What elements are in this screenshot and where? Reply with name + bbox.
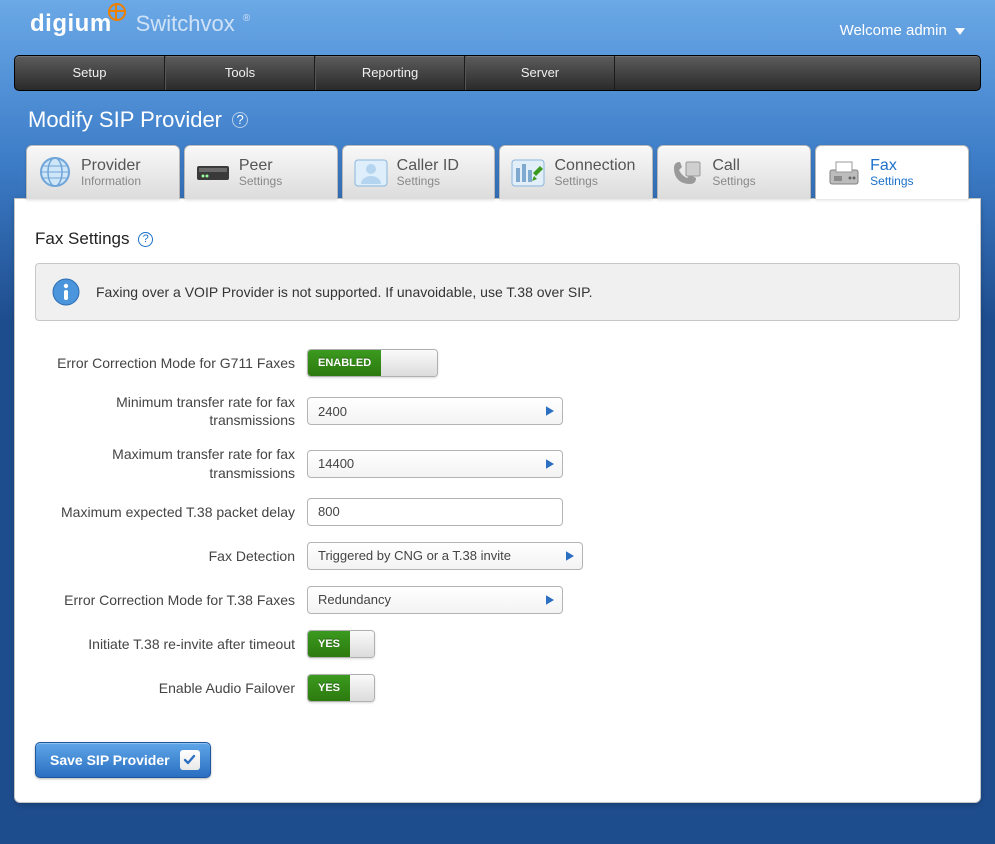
tab-connection[interactable]: ConnectionSettings bbox=[499, 145, 653, 199]
reinvite-toggle[interactable]: YES bbox=[307, 630, 375, 658]
nav-reporting[interactable]: Reporting bbox=[315, 56, 465, 90]
welcome-label: Welcome admin bbox=[840, 22, 947, 39]
ecm-g711-toggle[interactable]: ENABLED bbox=[307, 349, 438, 377]
failover-label: Enable Audio Failover bbox=[35, 679, 307, 697]
min-rate-label: Minimum transfer rate for fax transmissi… bbox=[35, 393, 307, 429]
fax-detection-label: Fax Detection bbox=[35, 547, 307, 565]
tab-call[interactable]: CallSettings bbox=[657, 145, 811, 199]
equalizer-icon bbox=[508, 156, 548, 190]
dropdown-arrow-icon bbox=[546, 595, 554, 605]
dropdown-arrow-icon bbox=[546, 406, 554, 416]
trademark: ® bbox=[243, 13, 250, 24]
person-icon bbox=[351, 156, 391, 190]
brand-logo: digium bbox=[30, 10, 126, 38]
chevron-down-icon bbox=[955, 28, 965, 35]
max-rate-label: Maximum transfer rate for fax transmissi… bbox=[35, 445, 307, 481]
t38-delay-label: Maximum expected T.38 packet delay bbox=[35, 503, 307, 521]
main-nav: Setup Tools Reporting Server bbox=[14, 55, 981, 91]
min-rate-select[interactable]: 2400 bbox=[307, 397, 563, 425]
globe-icon bbox=[35, 156, 75, 190]
dropdown-arrow-icon bbox=[566, 551, 574, 561]
info-icon bbox=[52, 278, 80, 306]
t38-delay-input[interactable]: 800 bbox=[307, 498, 563, 526]
fax-icon bbox=[824, 156, 864, 190]
nav-setup[interactable]: Setup bbox=[15, 56, 165, 90]
tab-peer[interactable]: PeerSettings bbox=[184, 145, 338, 199]
phone-icon bbox=[666, 156, 706, 190]
tab-provider[interactable]: ProviderInformation bbox=[26, 145, 180, 199]
section-title: Fax Settings ? bbox=[35, 229, 960, 249]
logo-icon bbox=[108, 3, 126, 21]
help-icon[interactable]: ? bbox=[138, 232, 153, 247]
fax-detection-select[interactable]: Triggered by CNG or a T.38 invite bbox=[307, 542, 583, 570]
tab-fax[interactable]: FaxSettings bbox=[815, 145, 969, 199]
save-button[interactable]: Save SIP Provider bbox=[35, 742, 211, 778]
ecm-t38-select[interactable]: Redundancy bbox=[307, 586, 563, 614]
info-banner: Faxing over a VOIP Provider is not suppo… bbox=[35, 263, 960, 321]
page-title: Modify SIP Provider ? bbox=[0, 91, 995, 145]
check-icon bbox=[180, 750, 200, 770]
content-panel: Fax Settings ? Faxing over a VOIP Provid… bbox=[14, 198, 981, 803]
ecm-t38-label: Error Correction Mode for T.38 Faxes bbox=[35, 591, 307, 609]
info-text: Faxing over a VOIP Provider is not suppo… bbox=[96, 284, 593, 300]
failover-toggle[interactable]: YES bbox=[307, 674, 375, 702]
help-icon[interactable]: ? bbox=[232, 112, 248, 128]
welcome-user-dropdown[interactable]: Welcome admin bbox=[840, 22, 965, 39]
ecm-g711-label: Error Correction Mode for G711 Faxes bbox=[35, 354, 307, 372]
tab-caller-id[interactable]: Caller IDSettings bbox=[342, 145, 496, 199]
save-label: Save SIP Provider bbox=[50, 752, 170, 768]
dropdown-arrow-icon bbox=[546, 459, 554, 469]
tab-strip: ProviderInformation PeerSettings Caller … bbox=[26, 145, 969, 199]
product-name: Switchvox bbox=[136, 11, 235, 37]
device-icon bbox=[193, 156, 233, 190]
max-rate-select[interactable]: 14400 bbox=[307, 450, 563, 478]
reinvite-label: Initiate T.38 re-invite after timeout bbox=[35, 635, 307, 653]
nav-server[interactable]: Server bbox=[465, 56, 615, 90]
nav-tools[interactable]: Tools bbox=[165, 56, 315, 90]
